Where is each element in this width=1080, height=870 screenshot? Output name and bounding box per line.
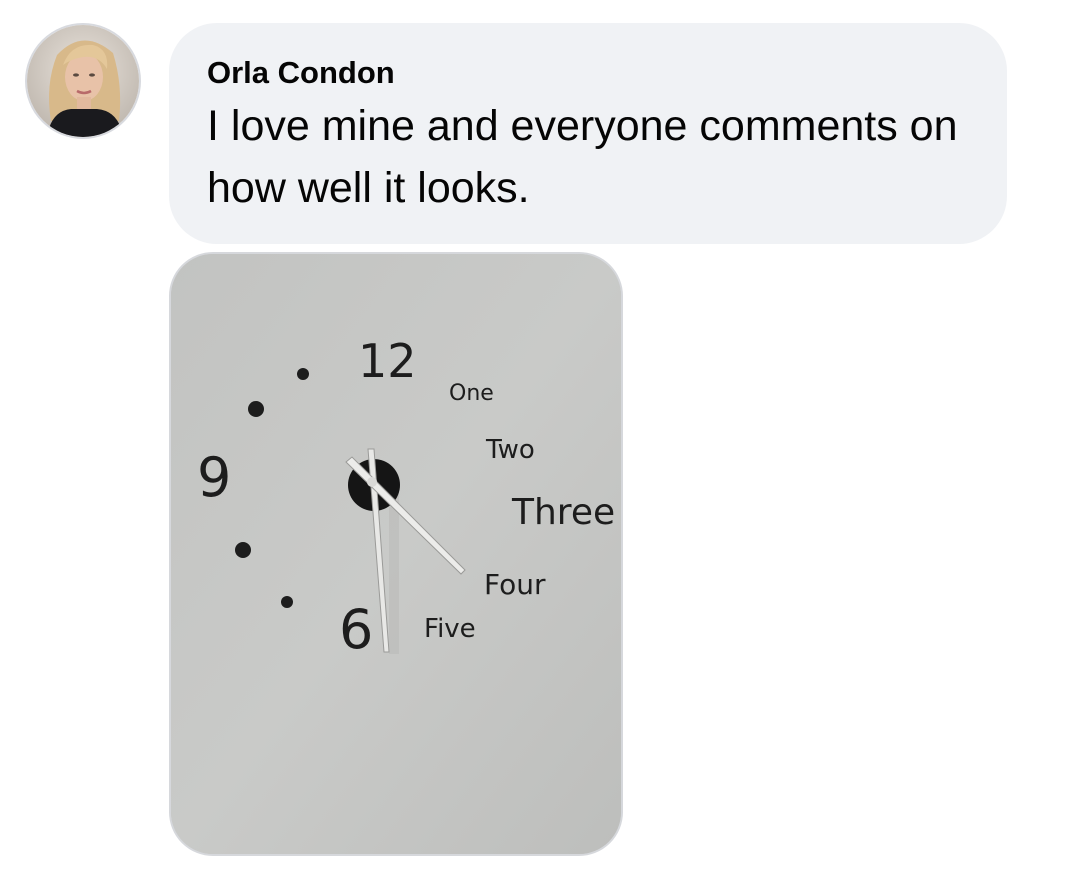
clock-dot: [235, 542, 251, 558]
clock-dot: [281, 596, 293, 608]
clock-dot: [297, 368, 309, 380]
clock-numeral-one: One: [449, 381, 494, 406]
comment: Orla Condon I love mine and everyone com…: [0, 0, 1080, 870]
clock-numeral-four: Four: [484, 568, 546, 601]
clock-numeral-five: Five: [424, 614, 476, 644]
comment-photo-attachment[interactable]: 12 One Two Three Four Five 6 9: [169, 252, 623, 856]
comment-text: I love mine and everyone comments on how…: [207, 102, 958, 212]
clock-numeral-9: 9: [197, 446, 231, 509]
clock-numeral-three: Three: [511, 492, 615, 533]
clock-numeral-6: 6: [339, 598, 373, 661]
comment-bubble: Orla Condon I love mine and everyone com…: [169, 23, 1007, 244]
wall-clock-photo: 12 One Two Three Four Five 6 9: [171, 254, 621, 854]
clock-hub-cap: [367, 477, 377, 487]
clock-numeral-two: Two: [485, 435, 535, 465]
clock-dot: [248, 401, 264, 417]
avatar-photo: [27, 25, 139, 137]
clock-numeral-12: 12: [358, 334, 417, 388]
comment-author-name[interactable]: Orla Condon: [207, 53, 969, 93]
author-avatar[interactable]: [25, 23, 141, 139]
